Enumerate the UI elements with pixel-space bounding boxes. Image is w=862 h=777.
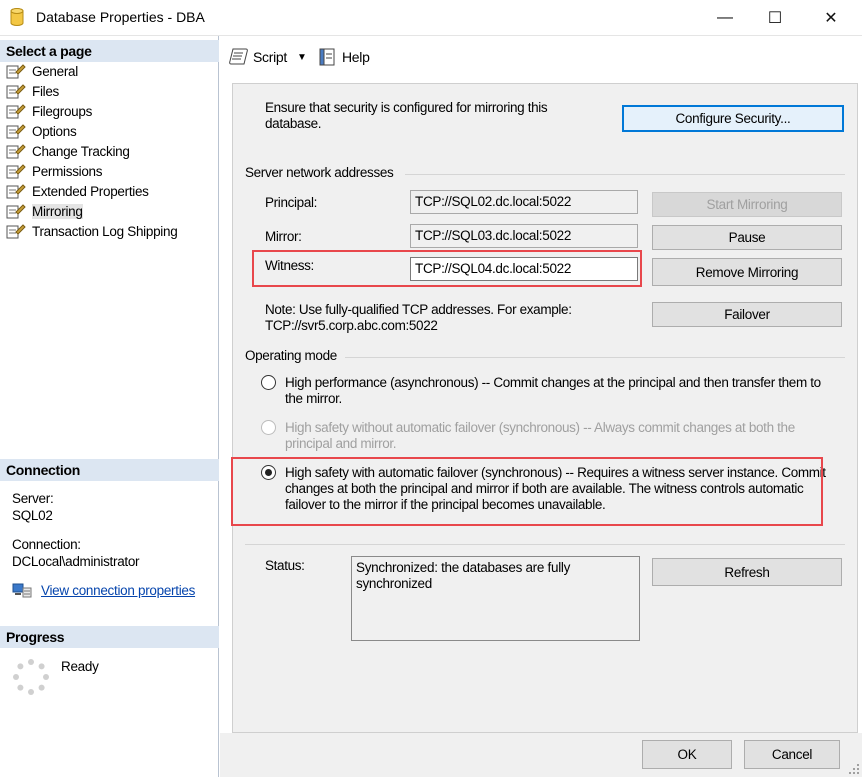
page-wrench-icon <box>6 204 26 219</box>
resize-grip-icon[interactable] <box>848 763 860 775</box>
remove-mirroring-button[interactable]: Remove Mirroring <box>652 258 842 286</box>
start-mirroring-button[interactable]: Start Mirroring <box>652 192 842 217</box>
page-wrench-icon <box>6 164 26 179</box>
configure-security-button[interactable]: Configure Security... <box>622 105 844 132</box>
page-wrench-icon <box>6 124 26 139</box>
connection-properties-icon <box>12 583 32 598</box>
toolbar: Script ▼ Help <box>220 36 862 80</box>
ok-button[interactable]: OK <box>642 740 732 769</box>
status-label: Status: <box>265 558 305 573</box>
close-button[interactable]: ✕ <box>808 0 854 36</box>
page-item-label: Transaction Log Shipping <box>32 223 178 239</box>
group-divider <box>345 357 845 358</box>
page-item-filegroups[interactable]: Filegroups <box>6 101 92 121</box>
page-item-change-tracking[interactable]: Change Tracking <box>6 141 130 161</box>
page-wrench-icon <box>6 84 26 99</box>
dialog-footer: OK Cancel <box>220 733 862 777</box>
view-connection-row[interactable]: View connection properties <box>12 582 195 598</box>
database-icon <box>10 8 24 26</box>
page-item-label: Extended Properties <box>32 183 149 199</box>
failover-button[interactable]: Failover <box>652 302 842 327</box>
connection-label: Connection: <box>12 537 81 552</box>
progress-status: Ready <box>61 659 99 674</box>
page-wrench-icon <box>6 144 26 159</box>
script-label: Script <box>253 49 287 65</box>
chevron-down-icon: ▼ <box>297 51 307 63</box>
progress-header: Progress <box>0 626 219 648</box>
minimize-icon: — <box>717 9 733 26</box>
window-title: Database Properties - DBA <box>36 9 205 25</box>
connection-value: DCLocal\administrator <box>12 554 140 569</box>
connection-header: Connection <box>0 459 219 481</box>
status-box: Synchronized: the databases are fully sy… <box>351 556 640 641</box>
help-button[interactable]: Help <box>318 48 370 66</box>
page-item-permissions[interactable]: Permissions <box>6 161 103 181</box>
title-bar: Database Properties - DBA — ☐ ✕ <box>0 0 862 36</box>
auto-failover-highlight <box>231 457 823 526</box>
pause-button[interactable]: Pause <box>652 225 842 250</box>
close-icon: ✕ <box>824 10 838 27</box>
group-divider <box>245 544 845 545</box>
page-item-options[interactable]: Options <box>6 121 77 141</box>
principal-address-field[interactable]: TCP://SQL02.dc.local:5022 <box>410 190 638 214</box>
high-safety-no-failover-label: High safety without automatic failover (… <box>285 420 795 451</box>
mirroring-page: Ensure that security is configured for m… <box>231 83 858 733</box>
page-item-label: Options <box>32 123 77 139</box>
high-performance-radio[interactable] <box>261 375 276 390</box>
page-item-extended-properties[interactable]: Extended Properties <box>6 181 149 201</box>
page-wrench-icon <box>6 224 26 239</box>
page-item-label: General <box>32 63 78 79</box>
high-safety-no-failover-radio[interactable] <box>261 420 276 435</box>
page-item-general[interactable]: General <box>6 61 78 81</box>
page-item-files[interactable]: Files <box>6 81 59 101</box>
page-item-label: Change Tracking <box>32 143 130 159</box>
maximize-button[interactable]: ☐ <box>752 0 798 36</box>
security-note: Ensure that security is configured for m… <box>265 100 548 131</box>
page-item-mirroring[interactable]: Mirroring <box>6 201 83 221</box>
cancel-button[interactable]: Cancel <box>744 740 840 769</box>
maximize-icon: ☐ <box>767 10 783 27</box>
page-item-transaction-log-shipping[interactable]: Transaction Log Shipping <box>6 221 178 241</box>
principal-label: Principal: <box>265 195 318 210</box>
help-icon <box>319 48 335 66</box>
view-connection-properties-link[interactable]: View connection properties <box>41 583 195 598</box>
page-wrench-icon <box>6 64 26 79</box>
script-icon <box>229 48 248 65</box>
page-item-label: Filegroups <box>32 103 93 119</box>
server-label: Server: <box>12 491 54 506</box>
mirror-address-field[interactable]: TCP://SQL03.dc.local:5022 <box>410 224 638 248</box>
left-panel: Select a page General Files Filegroups Opti… <box>0 36 219 777</box>
script-button[interactable]: Script ▼ <box>229 48 307 66</box>
page-item-label: Permissions <box>32 163 103 179</box>
page-item-label: Mirroring <box>32 203 83 219</box>
mirror-label: Mirror: <box>265 229 302 244</box>
help-label: Help <box>342 49 370 65</box>
minimize-button[interactable]: — <box>702 0 748 36</box>
witness-highlight <box>252 250 642 287</box>
server-value: SQL02 <box>12 508 53 523</box>
refresh-button[interactable]: Refresh <box>652 558 842 586</box>
select-page-header: Select a page <box>0 40 219 62</box>
page-item-label: Files <box>32 83 60 99</box>
high-performance-label: High performance (asynchronous) -- Commi… <box>285 375 821 406</box>
progress-spinner-icon <box>13 659 49 695</box>
address-note: Note: Use fully-qualified TCP addresses.… <box>265 302 572 333</box>
server-network-header: Server network addresses <box>245 165 394 180</box>
page-wrench-icon <box>6 184 26 199</box>
page-wrench-icon <box>6 104 26 119</box>
operating-mode-header: Operating mode <box>245 348 337 363</box>
group-divider <box>405 174 845 175</box>
